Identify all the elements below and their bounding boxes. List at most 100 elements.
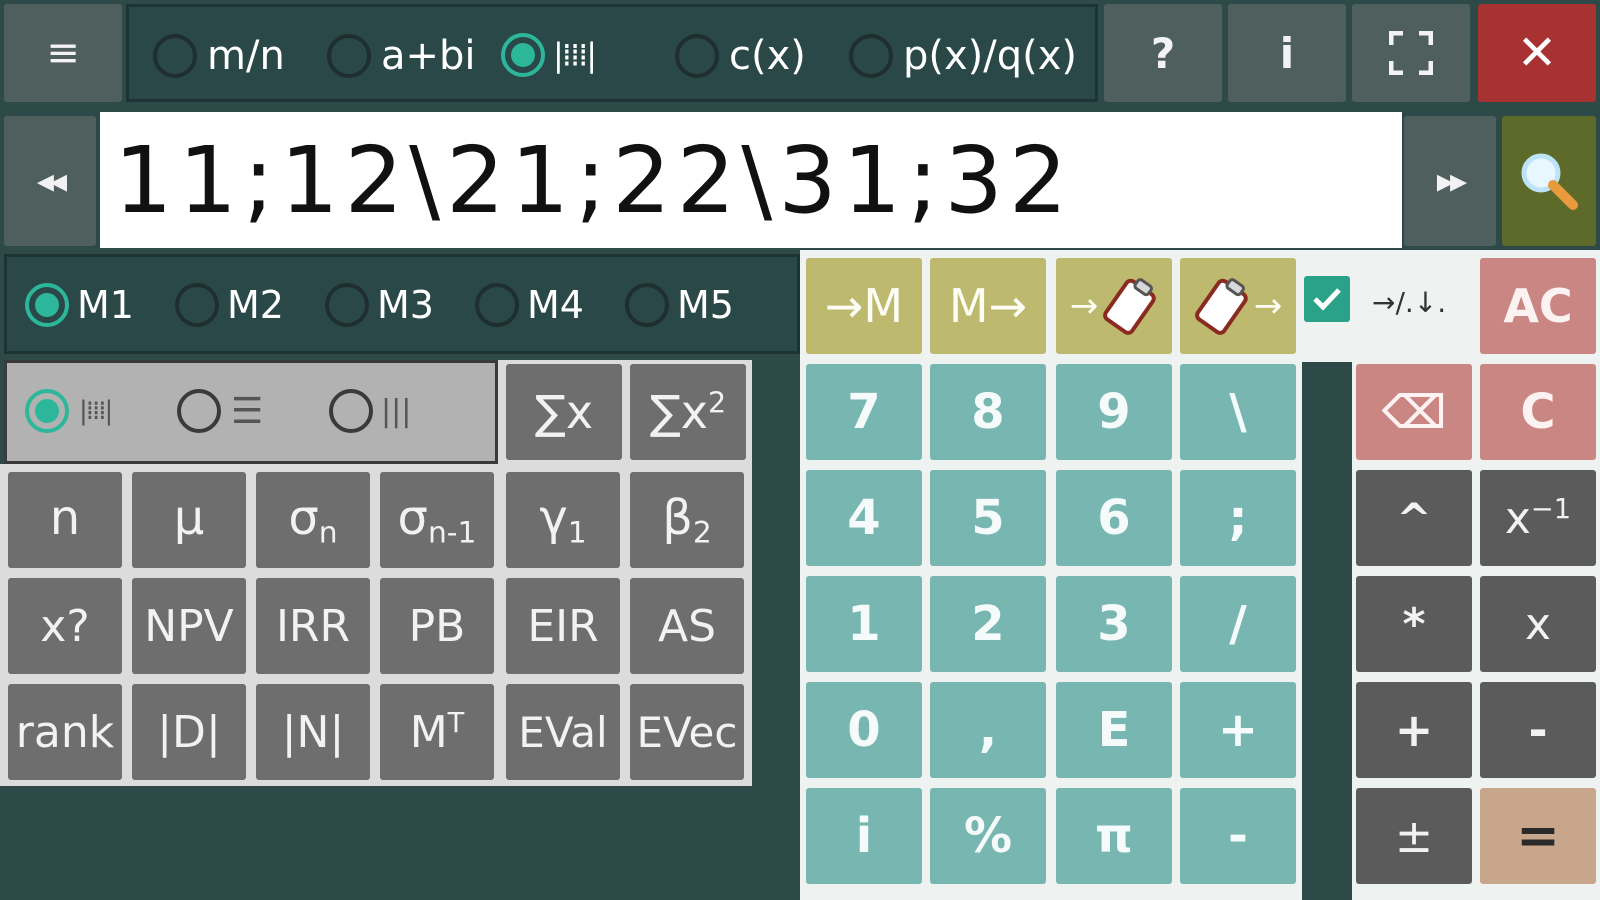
cross-product-button[interactable]: x — [1480, 576, 1596, 672]
add-button[interactable]: + — [1356, 682, 1472, 778]
transpose-label: MT — [409, 706, 465, 758]
kurtosis-label: β2 — [662, 489, 712, 551]
eigenvalues-button[interactable]: EVal — [506, 684, 620, 780]
irr-button[interactable]: IRR — [256, 578, 370, 674]
query-button[interactable]: x? — [8, 578, 122, 674]
double-left-arrow-icon: ◂◂ — [36, 161, 67, 201]
cursor-right-button[interactable]: ▸▸ — [1404, 116, 1496, 246]
recall-memory-button[interactable]: M→ — [930, 258, 1046, 354]
help-button[interactable]: ? — [1104, 4, 1222, 102]
key-1-label: 1 — [847, 596, 881, 652]
negate-label: ± — [1394, 809, 1434, 863]
skewness-label: γ1 — [539, 489, 587, 551]
expression-input[interactable]: 11;12\21;22\31;32 — [100, 112, 1402, 248]
memory-slot-m1[interactable]: M1 — [25, 283, 134, 327]
key-6[interactable]: 6 — [1056, 470, 1172, 566]
key-5[interactable]: 5 — [930, 470, 1046, 566]
fullscreen-button[interactable] — [1352, 4, 1470, 102]
key-row-separator-label: \ — [1229, 384, 1247, 440]
key-plus-sign-label: + — [1217, 702, 1259, 758]
backspace-icon: ⌫ — [1381, 385, 1447, 439]
info-button[interactable]: i — [1228, 4, 1346, 102]
key-3[interactable]: 3 — [1056, 576, 1172, 672]
key-imaginary-label: i — [855, 808, 873, 864]
mode-matrix[interactable]: |⁞⁞⁞| — [501, 33, 597, 77]
key-pi[interactable]: π — [1056, 788, 1172, 884]
mode-rational-radio — [849, 34, 893, 78]
key-percent[interactable]: % — [930, 788, 1046, 884]
key-fraction[interactable]: / — [1180, 576, 1296, 672]
payback-button[interactable]: PB — [380, 578, 494, 674]
key-4-label: 4 — [847, 490, 881, 546]
power-label: ^ — [1396, 493, 1432, 543]
view-mode-columns[interactable]: ||| — [329, 389, 411, 433]
inverse-button[interactable]: x−1 — [1480, 470, 1596, 566]
clear-button[interactable]: C — [1480, 364, 1596, 460]
mode-matrix-radio — [501, 33, 545, 77]
cursor-left-button[interactable]: ◂◂ — [4, 116, 96, 246]
equals-button[interactable]: = — [1480, 788, 1596, 884]
store-memory-button[interactable]: →M — [806, 258, 922, 354]
npv-button[interactable]: NPV — [132, 578, 246, 674]
key-4[interactable]: 4 — [806, 470, 922, 566]
key-comma[interactable]: , — [930, 682, 1046, 778]
mean-button[interactable]: μ — [132, 472, 246, 568]
search-button[interactable] — [1502, 116, 1596, 246]
count-button[interactable]: n — [8, 472, 122, 568]
mode-fraction[interactable]: m/n — [153, 33, 285, 79]
key-imaginary[interactable]: i — [806, 788, 922, 884]
memory-slot-m5[interactable]: M5 — [625, 283, 734, 327]
key-8[interactable]: 8 — [930, 364, 1046, 460]
memory-slot-m4-radio — [475, 283, 519, 327]
kurtosis-button[interactable]: β2 — [630, 472, 744, 568]
key-2[interactable]: 2 — [930, 576, 1046, 672]
key-7[interactable]: 7 — [806, 364, 922, 460]
rows-icon: ☰ — [231, 390, 264, 432]
std-dev-pop-button[interactable]: σn — [256, 472, 370, 568]
eir-button[interactable]: EIR — [506, 578, 620, 674]
multiply-button[interactable]: * — [1356, 576, 1472, 672]
close-button[interactable]: ✕ — [1478, 4, 1596, 102]
key-row-separator[interactable]: \ — [1180, 364, 1296, 460]
norm-button[interactable]: |N| — [256, 684, 370, 780]
memory-slot-m4[interactable]: M4 — [475, 283, 584, 327]
memory-slot-m2[interactable]: M2 — [175, 283, 284, 327]
keypad-divider — [1302, 362, 1352, 900]
menu-button[interactable]: ≡ — [4, 4, 122, 102]
key-0[interactable]: 0 — [806, 682, 922, 778]
paste-from-clipboard-button[interactable]: → — [1180, 258, 1296, 354]
std-dev-sample-button[interactable]: σn-1 — [380, 472, 494, 568]
backspace-button[interactable]: ⌫ — [1356, 364, 1472, 460]
view-mode-grid[interactable]: |⁞⁞⁞| — [25, 389, 113, 433]
key-column-separator[interactable]: ; — [1180, 470, 1296, 566]
sum-x2-button[interactable]: ∑x2 — [630, 364, 746, 460]
sum-x-button[interactable]: ∑x — [506, 364, 622, 460]
key-7-label: 7 — [847, 384, 881, 440]
transpose-button[interactable]: MT — [380, 684, 494, 780]
memory-slot-m1-label: M1 — [77, 283, 134, 327]
mode-complex[interactable]: a+bi — [327, 33, 476, 79]
as-button[interactable]: AS — [630, 578, 744, 674]
mean-label: μ — [173, 489, 205, 546]
power-button[interactable]: ^ — [1356, 470, 1472, 566]
mode-polynomial[interactable]: c(x) — [675, 33, 806, 79]
memory-slot-m3[interactable]: M3 — [325, 283, 434, 327]
copy-to-clipboard-button[interactable]: → — [1056, 258, 1172, 354]
eigenvectors-button[interactable]: EVec — [630, 684, 744, 780]
all-clear-button[interactable]: AC — [1480, 258, 1596, 354]
mode-rational[interactable]: p(x)/q(x) — [849, 33, 1077, 79]
key-minus-sign[interactable]: - — [1180, 788, 1296, 884]
skewness-button[interactable]: γ1 — [506, 472, 620, 568]
subtract-button[interactable]: - — [1480, 682, 1596, 778]
query-label: x? — [40, 600, 90, 652]
arrow-right-icon: → — [1069, 286, 1099, 326]
key-1[interactable]: 1 — [806, 576, 922, 672]
separator-toggle[interactable] — [1304, 276, 1350, 322]
view-mode-rows[interactable]: ☰ — [177, 389, 263, 433]
key-exponent[interactable]: E — [1056, 682, 1172, 778]
negate-button[interactable]: ± — [1356, 788, 1472, 884]
determinant-button[interactable]: |D| — [132, 684, 246, 780]
key-plus-sign[interactable]: + — [1180, 682, 1296, 778]
rank-button[interactable]: rank — [8, 684, 122, 780]
key-9[interactable]: 9 — [1056, 364, 1172, 460]
